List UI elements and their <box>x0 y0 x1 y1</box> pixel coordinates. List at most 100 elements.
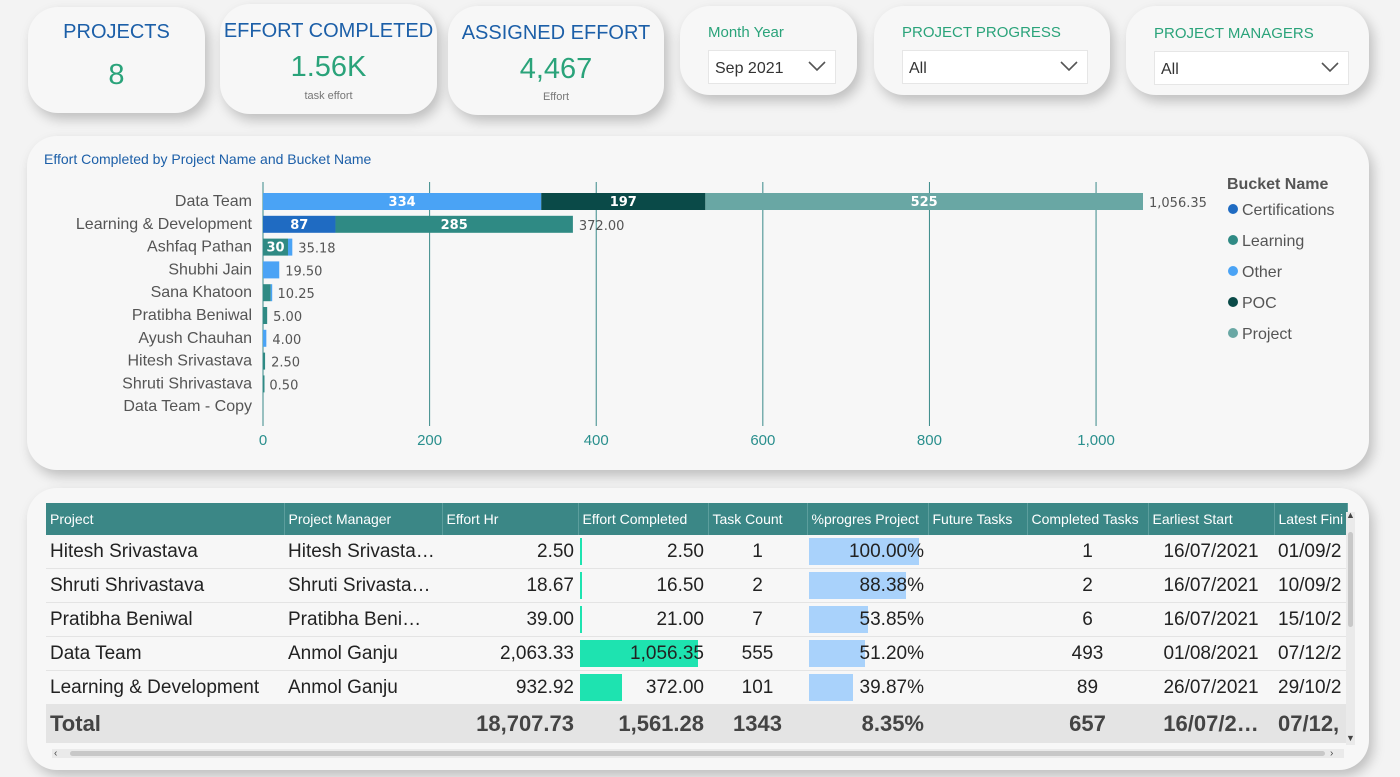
column-header[interactable]: Task Count <box>708 503 808 535</box>
progress-cell: 53.85% <box>807 602 928 637</box>
kpi-card-projects: PROJECTS 8 <box>28 7 205 113</box>
column-header[interactable]: Latest Fini <box>1274 503 1349 535</box>
month-year-dropdown[interactable]: Sep 2021 <box>708 50 836 84</box>
column-header[interactable]: Future Tasks <box>928 503 1028 535</box>
kpi-subtitle: Effort <box>542 91 570 103</box>
table-vertical-scrollbar[interactable] <box>1346 512 1355 745</box>
latest-finish-cell: 29/10/2 <box>1274 670 1348 705</box>
legend-item-certifications[interactable]: Certifications <box>1228 202 1334 220</box>
table-row[interactable]: Hitesh Srivastava Hitesh Srivasta… 2.50 2.5… <box>46 535 1348 569</box>
manager-cell: Anmol Ganju <box>284 636 442 671</box>
kpi-card-effort-completed: EFFORT COMPLETED 1.56K task effort <box>220 4 437 114</box>
earliest-start-cell: 16/07/2021 <box>1148 568 1274 603</box>
legend-dot <box>1228 235 1238 245</box>
dropdown-value: All <box>1161 61 1179 78</box>
scroll-up-arrow-icon[interactable]: ▲ <box>1346 510 1355 520</box>
column-header[interactable]: Project Manager <box>284 503 443 535</box>
slicer-project-progress: PROJECT PROGRESS All <box>874 6 1110 95</box>
total-label: Total <box>46 704 284 743</box>
project-cell: Hitesh Srivastava <box>46 535 284 569</box>
scrollbar-thumb[interactable] <box>70 751 1325 756</box>
scrollbar-thumb[interactable] <box>1348 532 1353 627</box>
latest-finish-cell: 15/10/2 <box>1274 602 1348 637</box>
project-progress-dropdown[interactable]: All <box>902 50 1088 84</box>
column-header[interactable]: Project <box>46 503 285 535</box>
manager-cell: Anmol Ganju <box>284 670 442 705</box>
task-count-cell: 555 <box>708 636 807 671</box>
total-effort-completed: 1,561.28 <box>578 704 708 743</box>
scroll-right-arrow-icon[interactable]: › <box>1330 748 1333 759</box>
total-future-tasks <box>928 704 1027 743</box>
dropdown-value: Sep 2021 <box>715 60 784 77</box>
task-count-cell: 7 <box>708 602 807 637</box>
chevron-down-icon <box>1321 62 1339 73</box>
column-header[interactable]: %progres Project <box>807 503 929 535</box>
kpi-card-assigned-effort: ASSIGNED EFFORT 4,467 Effort <box>448 6 664 115</box>
total-effort-hr: 18,707.73 <box>442 704 578 743</box>
progress-databar <box>809 674 853 701</box>
total-row: Total 18,707.73 1,561.28 1343 8.35% 657 16/07/… <box>46 704 1348 743</box>
scroll-down-arrow-icon[interactable]: ▼ <box>1346 733 1355 743</box>
total-latest-finish: 07/12, <box>1274 704 1348 743</box>
future-tasks-cell <box>928 636 1027 671</box>
total-earliest-start: 16/07/2… <box>1148 704 1274 743</box>
legend-item-learning[interactable]: Learning <box>1228 233 1304 251</box>
earliest-start-cell: 16/07/2021 <box>1148 535 1274 569</box>
table-row[interactable]: Shruti Shrivastava Shruti Srivasta… 18.67 1… <box>46 568 1348 603</box>
legend-dot <box>1228 204 1238 214</box>
progress-cell: 88.38% <box>807 568 928 603</box>
kpi-title: ASSIGNED EFFORT <box>461 22 651 44</box>
column-header[interactable]: Earliest Start <box>1148 503 1275 535</box>
earliest-start-cell: 26/07/2021 <box>1148 670 1274 705</box>
latest-finish-cell: 01/09/2 <box>1274 535 1348 569</box>
latest-finish-cell: 10/09/2 <box>1274 568 1348 603</box>
effort-databar <box>580 538 582 565</box>
legend-label: POC <box>1242 295 1277 312</box>
effort-completed-cell: 1,056.35 <box>578 636 708 671</box>
task-count-cell: 2 <box>708 568 807 603</box>
project-cell: Data Team <box>46 636 284 671</box>
legend-item-other[interactable]: Other <box>1228 264 1282 282</box>
completed-tasks-cell: 493 <box>1027 636 1148 671</box>
total-task-count: 1343 <box>708 704 807 743</box>
future-tasks-cell <box>928 602 1027 637</box>
slicer-title: PROJECT MANAGERS <box>1154 25 1314 42</box>
effort-hr-cell: 39.00 <box>442 602 578 637</box>
column-header[interactable]: Completed Tasks <box>1027 503 1149 535</box>
kpi-value: 4,467 <box>519 53 593 85</box>
slicer-project-managers: PROJECT MANAGERS All <box>1126 6 1369 95</box>
manager-cell: Hitesh Srivasta… <box>284 535 442 569</box>
table-header-row: Project Project Manager Effort Hr Effort Co… <box>46 503 1349 535</box>
kpi-title: EFFORT COMPLETED <box>223 20 434 42</box>
effort-databar <box>580 606 583 633</box>
chart-title: Effort Completed by Project Name and Buc… <box>44 151 372 167</box>
total-completed-tasks: 657 <box>1027 704 1148 743</box>
scroll-left-arrow-icon[interactable]: ‹ <box>54 748 57 759</box>
progress-databar <box>809 640 866 667</box>
column-header[interactable]: Effort Completed <box>578 503 709 535</box>
legend-item-project[interactable]: Project <box>1228 326 1292 344</box>
task-count-cell: 1 <box>708 535 807 569</box>
completed-tasks-cell: 89 <box>1027 670 1148 705</box>
table-row[interactable]: Pratibha Beniwal Pratibha Beni… 39.00 21.00… <box>46 602 1348 637</box>
effort-databar <box>580 674 622 701</box>
dropdown-value: All <box>909 60 927 77</box>
legend-label: Project <box>1242 326 1292 343</box>
earliest-start-cell: 16/07/2021 <box>1148 602 1274 637</box>
table-row[interactable]: Data Team Anmol Ganju 2,063.33 1,056.35 555 5… <box>46 636 1348 671</box>
legend-dot <box>1228 266 1238 276</box>
completed-tasks-cell: 6 <box>1027 602 1148 637</box>
legend-label: Other <box>1242 264 1283 281</box>
kpi-value: 1.56K <box>290 51 367 83</box>
project-managers-dropdown[interactable]: All <box>1154 51 1349 85</box>
effort-completed-cell: 372.00 <box>578 670 708 705</box>
progress-cell: 100.00% <box>807 535 928 569</box>
chart-card: Effort Completed by Project Name and Buc… <box>27 136 1369 470</box>
effort-hr-cell: 932.92 <box>442 670 578 705</box>
table-horizontal-scrollbar[interactable] <box>52 749 1344 758</box>
column-header[interactable]: Effort Hr <box>442 503 579 535</box>
legend-item-poc[interactable]: POC <box>1228 295 1277 313</box>
task-count-cell: 101 <box>708 670 807 705</box>
table-row[interactable]: Learning & Development Anmol Ganju 932.92 3… <box>46 670 1348 705</box>
effort-databar <box>580 572 582 599</box>
